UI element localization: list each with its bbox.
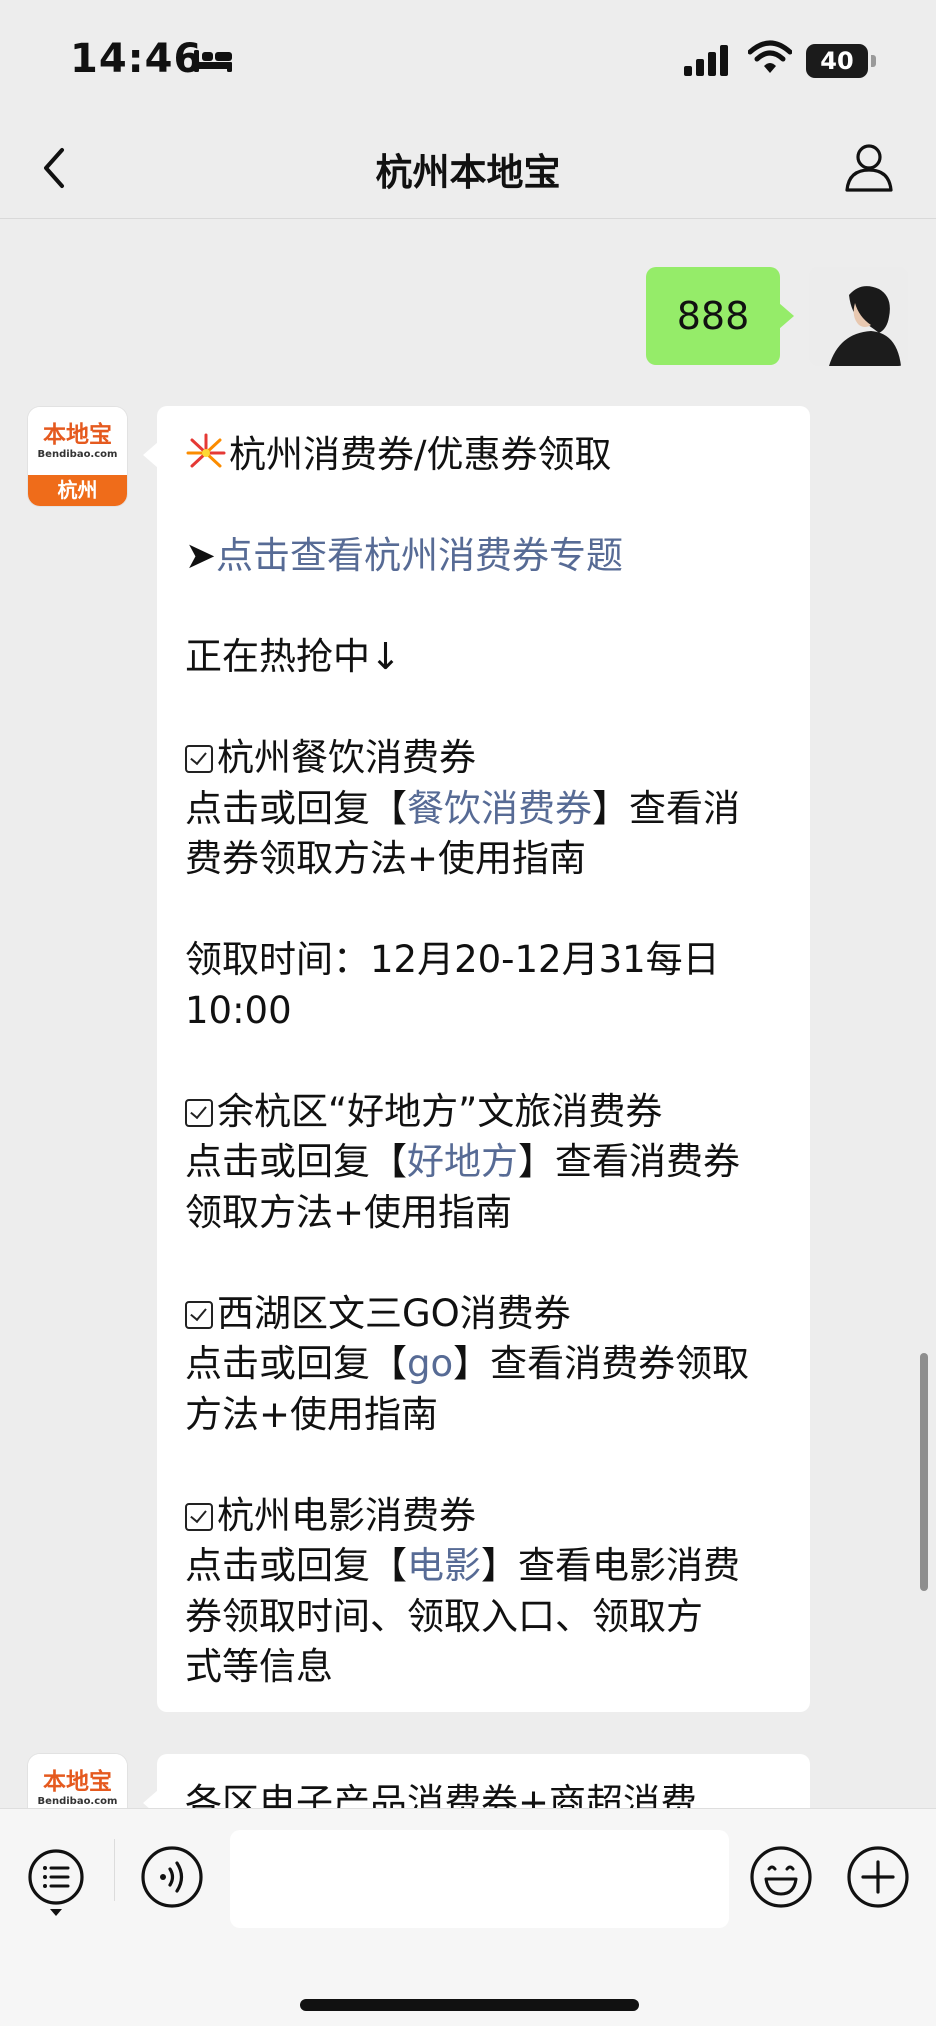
status-bar: 14:46 40 [0, 0, 936, 120]
keyword-link-movie[interactable]: 电影 [407, 1544, 481, 1587]
avatar-domain-text: Bendibao.com [37, 1796, 118, 1807]
fireworks-icon [186, 433, 226, 468]
avatar-brand-text: 本地宝 [43, 421, 112, 448]
user-avatar[interactable] [809, 267, 908, 366]
reply-prefix: 点击或回复【 [185, 786, 407, 830]
status-time: 14:46 [70, 36, 203, 82]
battery-level: 40 [820, 47, 854, 75]
checkbox-icon [185, 1300, 213, 1329]
input-bar [0, 1808, 936, 2026]
section-heading: 杭州餐饮消费券 [217, 736, 476, 779]
reply-suffix: 】查看电影消费 [481, 1544, 740, 1587]
checkbox-icon [185, 1502, 213, 1531]
section-detail: 方法+使用指南 [185, 1392, 439, 1436]
avatar-city-text: 杭州 [28, 475, 127, 506]
message-input[interactable] [230, 1830, 729, 1928]
section-detail: 券领取时间、领取入口、领取方 [185, 1594, 703, 1638]
keyword-link-haodifang[interactable]: 好地方 [407, 1140, 518, 1183]
reply-prefix: 点击或回复【 [185, 1140, 407, 1183]
home-indicator[interactable] [300, 1999, 639, 2011]
emoji-icon[interactable] [749, 1845, 813, 1909]
claim-time-line: 领取时间：12月20-12月31每日 [185, 938, 720, 981]
section-detail: 领取方法+使用指南 [185, 1190, 513, 1234]
claim-time-line2: 10:00 [185, 988, 292, 1032]
section-detail: 式等信息 [185, 1645, 333, 1688]
menu-icon[interactable] [26, 1847, 86, 1919]
reply-prefix: 点击或回复【 [185, 1544, 407, 1587]
chat-title: 杭州本地宝 [375, 151, 561, 194]
section-heading: 西湖区文三GO消费券 [217, 1291, 571, 1335]
avatar-domain-text: Bendibao.com [37, 449, 118, 460]
reply-suffix: 】查看消 [592, 786, 740, 830]
profile-icon[interactable] [843, 140, 895, 194]
bar-divider [114, 1839, 115, 1901]
message-title-line: 杭州消费券/优惠券领取 [185, 430, 782, 481]
scrollbar-thumb[interactable] [920, 1353, 928, 1591]
checkbox-icon [185, 745, 213, 773]
keyword-link-dining[interactable]: 餐饮消费券 [407, 787, 592, 830]
message-title: 杭州消费券/优惠券领取 [229, 433, 612, 476]
wifi-icon [748, 40, 792, 73]
reply-prefix: 点击或回复【 [185, 1342, 407, 1385]
bed-icon [194, 50, 232, 72]
reply-suffix: 】查看消费券领取 [453, 1342, 750, 1385]
sent-message-text: 888 [676, 294, 750, 338]
section-detail: 费券领取方法+使用指南 [185, 837, 587, 880]
voice-icon[interactable] [140, 1845, 204, 1909]
received-message-bubble[interactable]: 杭州消费券/优惠券领取 ➤点击查看杭州消费券专题 正在热抢中↓ 杭州餐饮消费券 … [143, 406, 810, 1712]
arrow-bullet: ➤ [185, 534, 217, 577]
sent-message-bubble[interactable]: 888 [646, 267, 794, 365]
plus-icon[interactable] [846, 1845, 910, 1909]
keyword-link-go[interactable]: go [407, 1342, 453, 1385]
section-heading: 杭州电影消费券 [217, 1493, 476, 1537]
topic-link[interactable]: 点击查看杭州消费券专题 [216, 534, 623, 577]
reply-suffix: 】查看消费券 [518, 1140, 740, 1183]
nav-bar: 杭州本地宝 [0, 120, 936, 219]
signal-icon [684, 45, 728, 76]
battery-icon: 40 [806, 44, 878, 78]
section-heading: 余杭区“好地方”文旅消费券 [217, 1089, 663, 1133]
avatar-brand-text: 本地宝 [43, 1768, 112, 1795]
account-avatar[interactable]: 本地宝 Bendibao.com 杭州 [28, 407, 127, 506]
hot-text: 正在热抢中↓ [185, 635, 402, 678]
checkbox-icon [185, 1098, 213, 1127]
